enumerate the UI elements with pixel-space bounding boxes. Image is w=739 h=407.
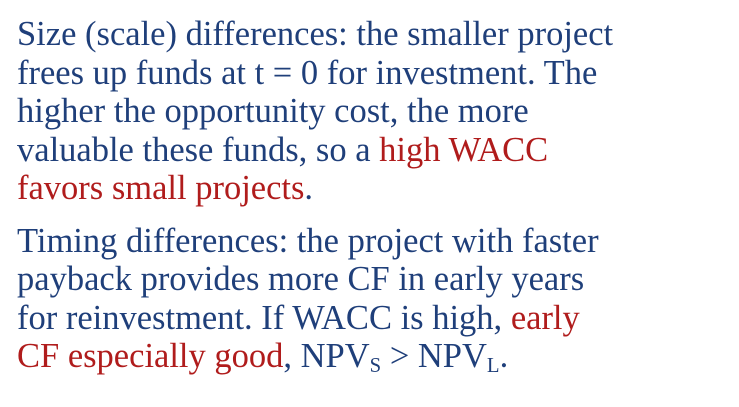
text-line: higher the opportunity cost, the more [17, 92, 529, 130]
highlight-cf-especially-good: CF especially good [17, 337, 284, 375]
text-line: for reinvestment. If WACC is high, early [17, 298, 580, 337]
highlight-high-wacc: high WACC [379, 130, 549, 169]
highlight-early: early [510, 298, 580, 337]
paragraph-timing-differences: Timing differences: the project with fas… [17, 222, 732, 381]
text-line: Size (scale) differences: the smaller pr… [17, 15, 614, 53]
paragraph-size-differences: Size (scale) differences: the smaller pr… [17, 15, 732, 208]
subscript-l: L [486, 354, 500, 377]
text-line: payback provides more CF in early years [17, 260, 585, 298]
text-line: CF especially good, NPVS > NPVL. [17, 337, 509, 377]
slide-body: Size (scale) differences: the smaller pr… [17, 15, 732, 381]
text-line: favors small projects. [17, 169, 314, 207]
text-line: frees up funds at t = 0 for investment. … [17, 53, 598, 92]
subscript-s: S [369, 354, 382, 377]
text-line: valuable these funds, so a high WACC [17, 130, 549, 169]
text-line: Timing differences: the project with fas… [17, 221, 599, 260]
highlight-favors-small-projects: favors small projects [17, 169, 305, 207]
